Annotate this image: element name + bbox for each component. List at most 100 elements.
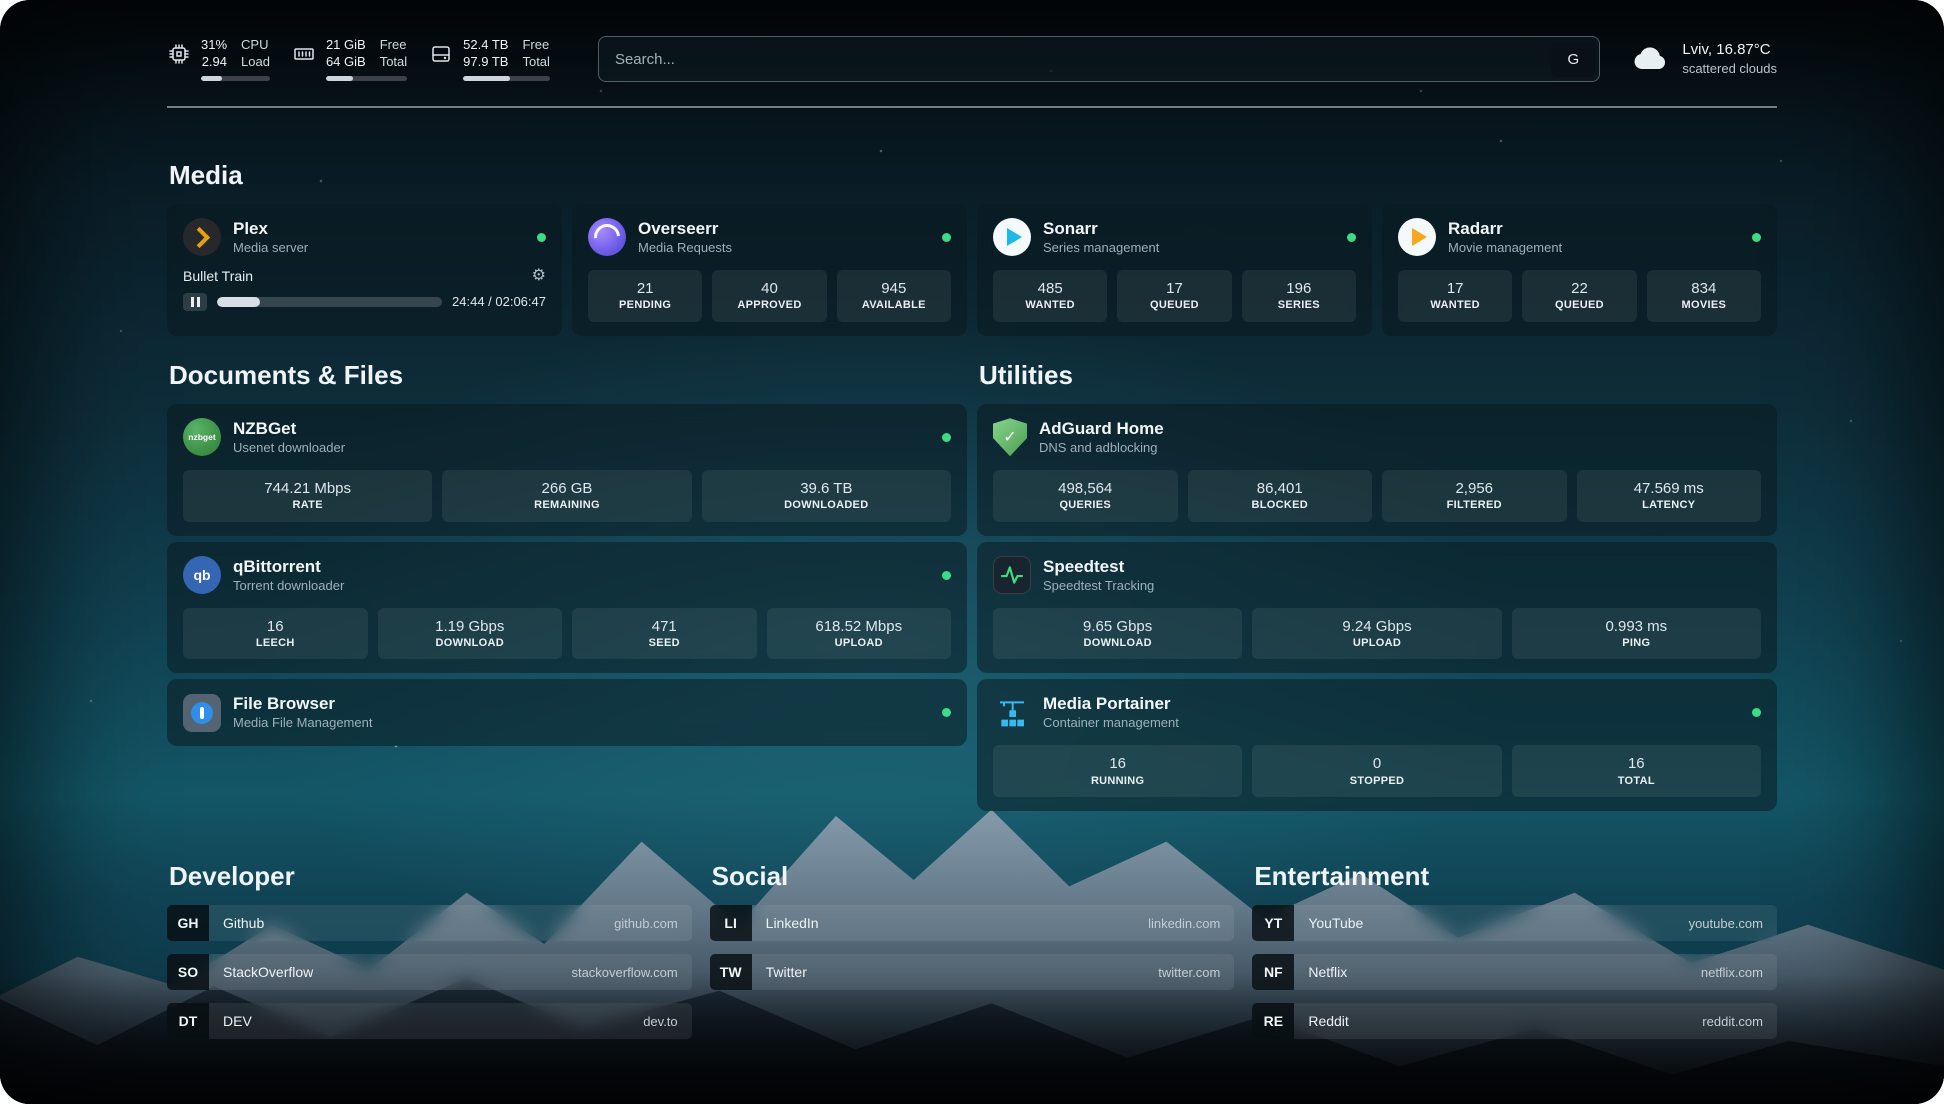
settings-gear-icon[interactable] — [532, 268, 546, 284]
bookmark-youtube[interactable]: YT YouTube youtube.com — [1252, 905, 1777, 941]
radarr-card[interactable]: Radarr Movie management 17 WANTED 22 QUE… — [1382, 204, 1777, 336]
stat-value: 618.52 Mbps — [815, 617, 902, 637]
stat-value: 21 — [637, 279, 654, 299]
service-subtitle: Media Requests — [638, 240, 732, 257]
stat-value: 0.993 ms — [1605, 617, 1667, 637]
overseerr-card[interactable]: Overseerr Media Requests 21 PENDING 40 A… — [572, 204, 967, 336]
playback-progress-bar[interactable] — [217, 297, 442, 307]
stat-blocked: 86,401 BLOCKED — [1188, 470, 1373, 522]
service-name: qBittorrent — [233, 556, 344, 578]
stat-value: 86,401 — [1257, 479, 1303, 499]
service-subtitle: Media File Management — [233, 715, 372, 732]
stat-value: 17 — [1166, 279, 1183, 299]
stat-series: 196 SERIES — [1242, 270, 1356, 322]
search-provider-button[interactable]: G — [1551, 41, 1595, 77]
stat-label: QUEUED — [1555, 298, 1604, 312]
nzbget-card[interactable]: nzbget NZBGet Usenet downloader 744.21 M… — [167, 404, 967, 536]
cpu-monitor: 31% 2.94 CPU Load — [167, 37, 270, 82]
bookmark-github[interactable]: GH Github github.com — [167, 905, 692, 941]
speedtest-card[interactable]: Speedtest Speedtest Tracking 9.65 Gbps D… — [977, 542, 1777, 674]
bookmarks-entertainment: Entertainment YT YouTube youtube.com NF … — [1252, 861, 1777, 1039]
service-name: NZBGet — [233, 418, 345, 440]
stat-download: 9.65 Gbps DOWNLOAD — [993, 608, 1242, 660]
section-documents: Documents & Files nzbget NZBGet Usenet d… — [167, 360, 967, 747]
search-input[interactable] — [598, 36, 1600, 82]
bookmark-name: StackOverflow — [209, 964, 313, 980]
service-name: Plex — [233, 218, 308, 240]
section-title-developer: Developer — [169, 861, 692, 892]
bookmark-name: Netflix — [1294, 964, 1347, 980]
stat-value: 834 — [1691, 279, 1716, 299]
stat-approved: 40 APPROVED — [712, 270, 826, 322]
stat-label: PING — [1622, 636, 1650, 650]
qbittorrent-card[interactable]: qb qBittorrent Torrent downloader 16 LEE… — [167, 542, 967, 674]
memory-free-value: 21 GiB — [326, 37, 366, 54]
background-stars — [0, 0, 2, 2]
stat-value: 9.24 Gbps — [1342, 617, 1411, 637]
cpu-icon — [167, 42, 191, 66]
stat-value: 16 — [1628, 754, 1645, 774]
bookmark-domain: github.com — [614, 916, 692, 931]
stat-label: LATENCY — [1642, 498, 1695, 512]
stat-value: 16 — [1109, 754, 1126, 774]
bookmark-abbr: NF — [1252, 954, 1294, 990]
filebrowser-card[interactable]: File Browser Media File Management — [167, 679, 967, 746]
status-dot — [1752, 233, 1761, 242]
stat-value: 485 — [1038, 279, 1063, 299]
stat-label: PENDING — [619, 298, 671, 312]
stat-label: DOWNLOAD — [1083, 636, 1151, 650]
stat-stopped: 0 STOPPED — [1252, 745, 1501, 797]
stat-label: LEECH — [256, 636, 295, 650]
stat-label: RATE — [293, 498, 323, 512]
weather-widget: Lviv, 16.87°C scattered clouds — [1630, 39, 1777, 79]
playback-time: 24:44 / 02:06:47 — [452, 294, 546, 309]
service-subtitle: Series management — [1043, 240, 1159, 257]
stat-latency: 47.569 ms LATENCY — [1577, 470, 1762, 522]
pause-button[interactable] — [183, 293, 207, 311]
disk-free-label: Free — [522, 37, 549, 54]
top-bar: 31% 2.94 CPU Load — [167, 36, 1777, 82]
bookmark-netflix[interactable]: NF Netflix netflix.com — [1252, 954, 1777, 990]
stat-label: QUERIES — [1059, 498, 1111, 512]
service-name: Media Portainer — [1043, 693, 1179, 715]
stat-label: WANTED — [1430, 298, 1479, 312]
stat-filtered: 2,956 FILTERED — [1382, 470, 1567, 522]
bookmark-name: Github — [209, 915, 264, 931]
stat-remaining: 266 GB REMAINING — [442, 470, 691, 522]
section-title-social: Social — [712, 861, 1235, 892]
disk-free-value: 52.4 TB — [463, 37, 508, 54]
stat-pending: 21 PENDING — [588, 270, 702, 322]
memory-monitor: 21 GiB 64 GiB Free Total — [292, 37, 407, 82]
bookmark-dev[interactable]: DT DEV dev.to — [167, 1003, 692, 1039]
bookmark-name: Reddit — [1294, 1013, 1348, 1029]
bookmark-abbr: DT — [167, 1003, 209, 1039]
sonarr-card[interactable]: Sonarr Series management 485 WANTED 17 Q… — [977, 204, 1372, 336]
stat-label: SERIES — [1278, 298, 1320, 312]
bookmark-twitter[interactable]: TW Twitter twitter.com — [710, 954, 1235, 990]
bookmark-abbr: LI — [710, 905, 752, 941]
cpu-load-value: 2.94 — [201, 54, 227, 71]
bookmark-stackoverflow[interactable]: SO StackOverflow stackoverflow.com — [167, 954, 692, 990]
bookmark-reddit[interactable]: RE Reddit reddit.com — [1252, 1003, 1777, 1039]
service-name: Speedtest — [1043, 556, 1154, 578]
section-title-utilities: Utilities — [979, 360, 1777, 391]
bookmark-domain: twitter.com — [1158, 965, 1234, 980]
bookmarks-developer: Developer GH Github github.com SO StackO… — [167, 861, 692, 1039]
service-subtitle: Movie management — [1448, 240, 1562, 257]
stat-upload: 9.24 Gbps UPLOAD — [1252, 608, 1501, 660]
plex-card[interactable]: Plex Media server Bullet Train 24:44 / 0… — [167, 204, 562, 336]
disk-icon — [429, 42, 453, 66]
memory-free-label: Free — [380, 37, 407, 54]
service-name: Radarr — [1448, 218, 1562, 240]
section-title-documents: Documents & Files — [169, 360, 967, 391]
status-dot — [942, 233, 951, 242]
adguard-card[interactable]: AdGuard Home DNS and adblocking 498,564 … — [977, 404, 1777, 536]
portainer-card[interactable]: Media Portainer Container management 16 … — [977, 679, 1777, 811]
stat-queued: 17 QUEUED — [1117, 270, 1231, 322]
stat-leech: 16 LEECH — [183, 608, 368, 660]
stat-total: 16 TOTAL — [1512, 745, 1761, 797]
bookmark-name: Twitter — [752, 964, 807, 980]
header-divider — [167, 106, 1777, 108]
bookmark-linkedin[interactable]: LI LinkedIn linkedin.com — [710, 905, 1235, 941]
sonarr-icon — [993, 218, 1031, 256]
